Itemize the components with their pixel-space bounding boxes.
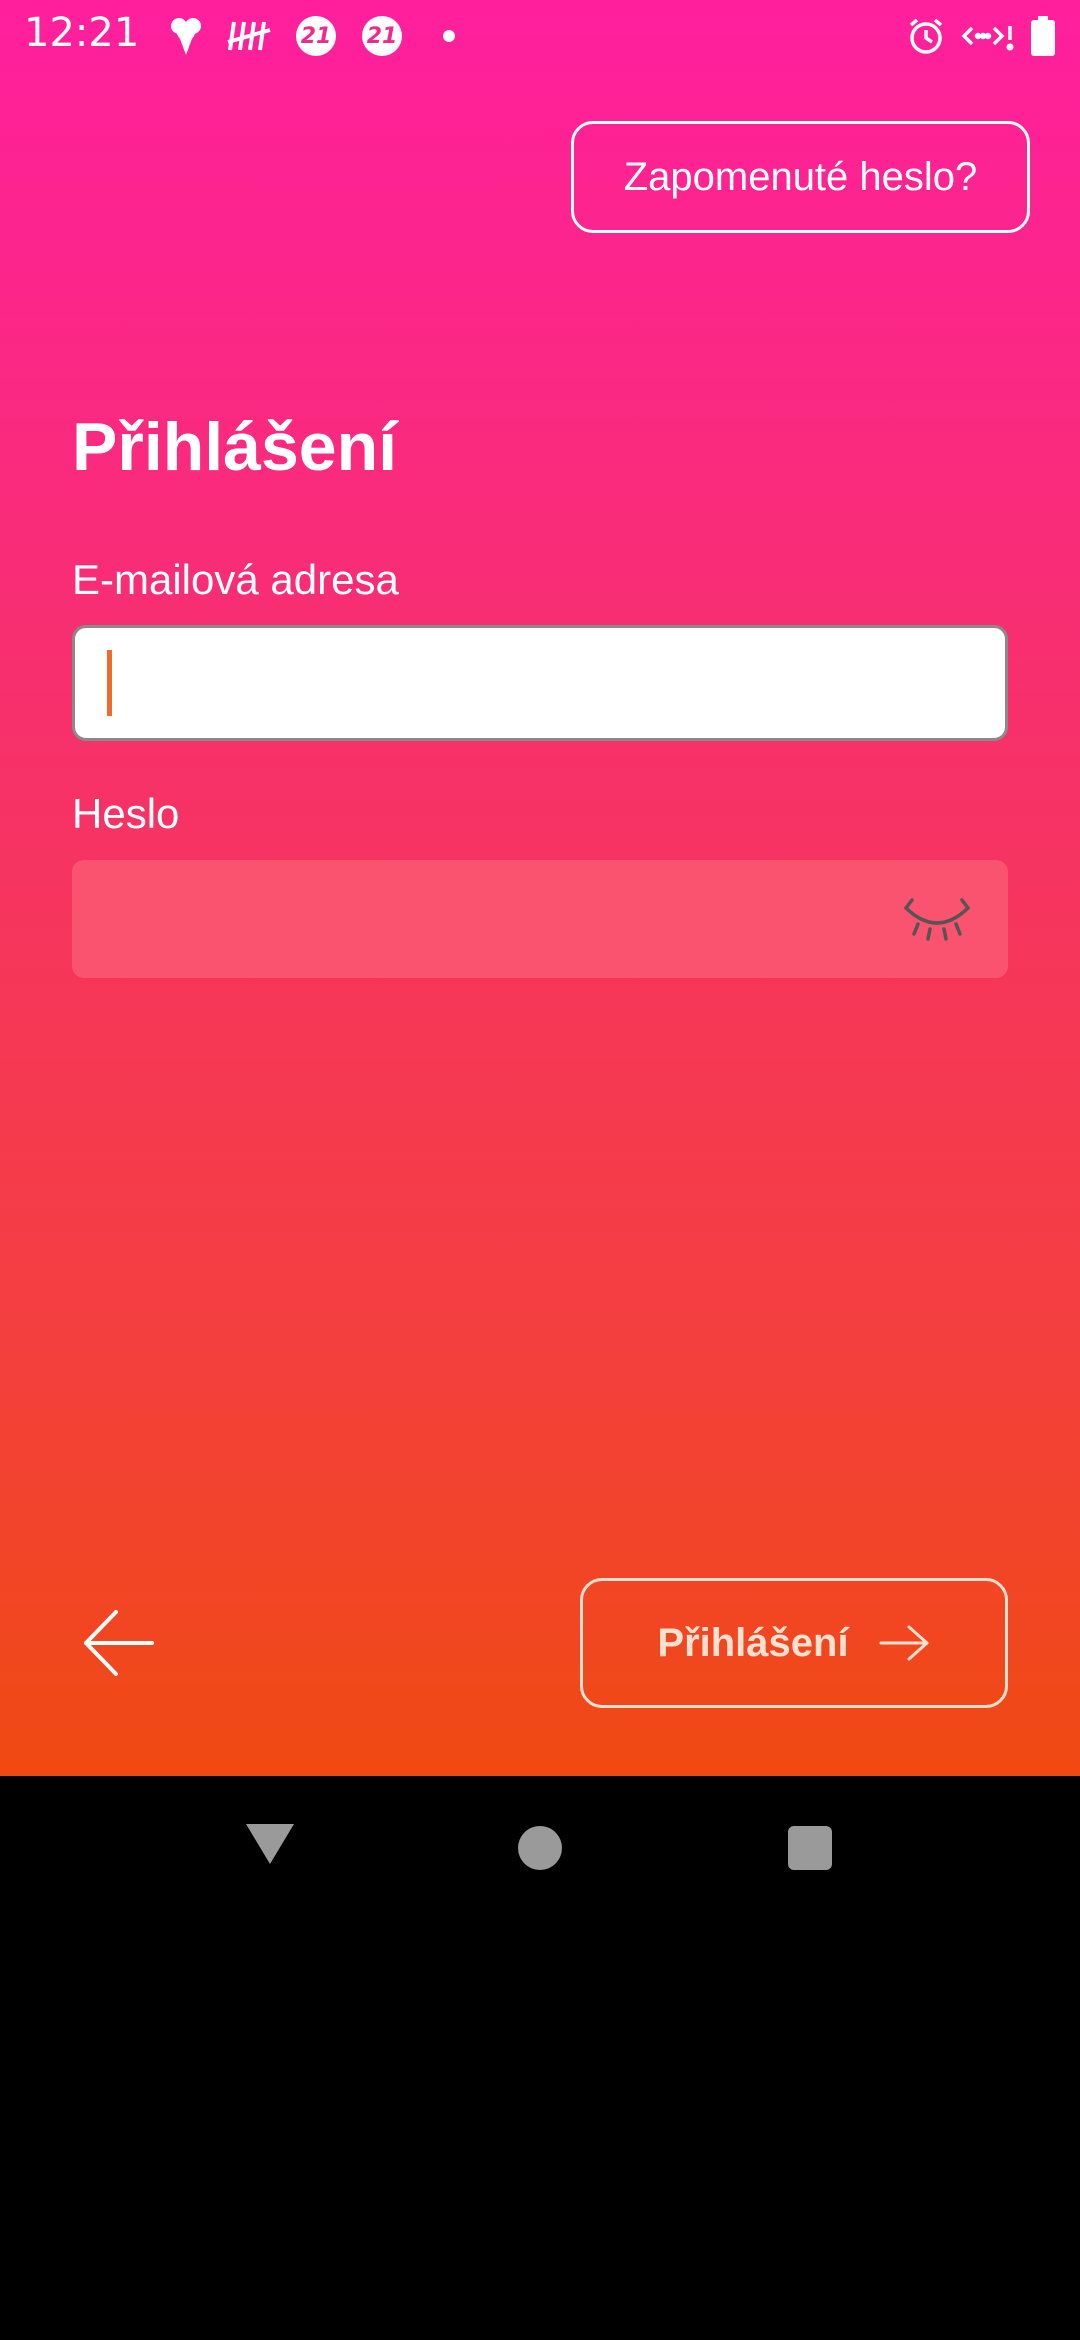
alarm-icon xyxy=(904,14,948,58)
email-label: E-mailová adresa xyxy=(72,556,399,603)
email-field[interactable] xyxy=(72,625,1008,741)
battery-icon xyxy=(1030,14,1056,58)
system-nav-bar xyxy=(0,1776,1080,1916)
text-caret xyxy=(107,650,112,716)
login-button[interactable]: Přihlášení xyxy=(580,1578,1008,1708)
ice-cream-icon xyxy=(168,14,204,58)
forgot-password-label: Zapomenuté heslo? xyxy=(623,154,978,199)
nav-home-icon[interactable] xyxy=(518,1826,562,1870)
page-title: Přihlášení xyxy=(72,409,398,485)
nav-back-icon[interactable] xyxy=(246,1824,294,1864)
arrow-right-icon xyxy=(879,1623,931,1663)
password-label: Heslo xyxy=(72,790,180,837)
badge-21-icon: 21 xyxy=(362,14,402,58)
nav-recents-icon[interactable] xyxy=(788,1826,832,1870)
badge-21-icon: 21 xyxy=(296,14,336,58)
password-field[interactable] xyxy=(72,860,1008,978)
back-arrow-icon[interactable] xyxy=(82,1606,162,1680)
status-bar: 12:21 21 21 xyxy=(0,0,1080,72)
login-screen: 12:21 21 21 Zapomenuté heslo? Přihlášení… xyxy=(0,0,1080,1776)
login-button-label: Přihlášení xyxy=(657,1620,849,1665)
data-arrows-icon xyxy=(960,14,1014,58)
forgot-password-button[interactable]: Zapomenuté heslo? xyxy=(571,121,1030,233)
eye-closed-icon[interactable] xyxy=(902,896,972,942)
tally-icon xyxy=(226,14,272,58)
status-time: 12:21 xyxy=(24,10,140,56)
dot-icon xyxy=(442,14,456,58)
